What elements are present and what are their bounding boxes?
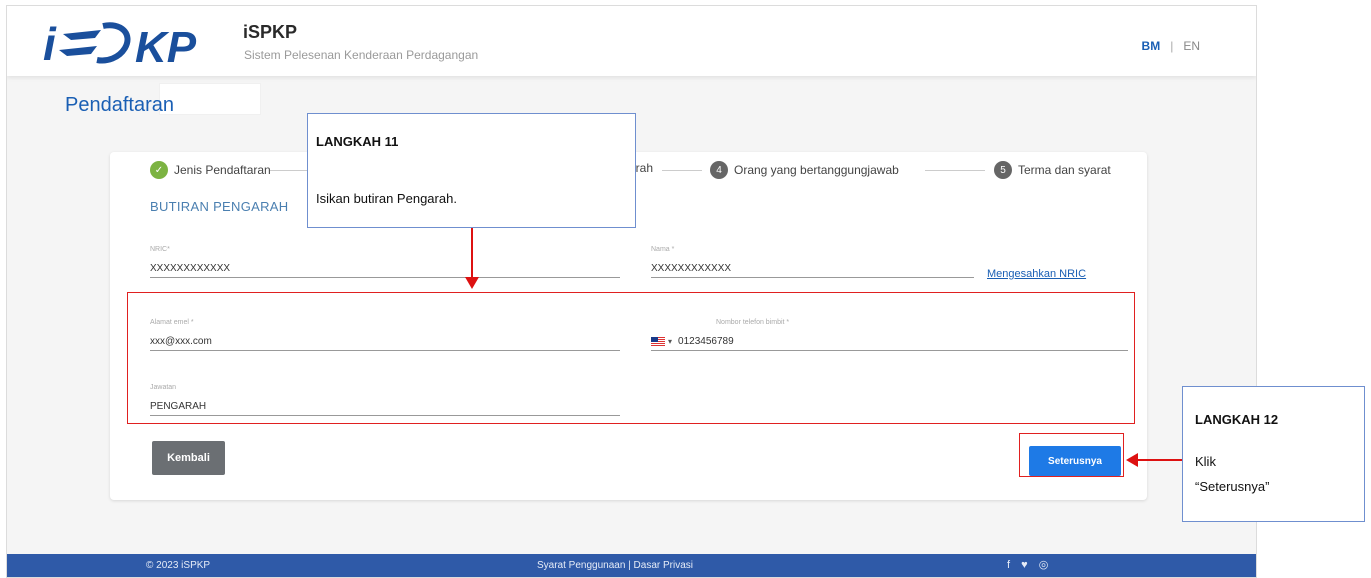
step-label: Terma dan syarat xyxy=(1018,163,1111,177)
step-orang-bertanggungjawab[interactable]: 4 Orang yang bertanggungjawab xyxy=(710,161,899,179)
annotation-next-highlight xyxy=(1019,433,1124,477)
nric-label: NRIC* xyxy=(150,246,170,253)
nric-input[interactable]: XXXXXXXXXXXX xyxy=(150,260,620,278)
step-label: Orang yang bertanggungjawab xyxy=(734,163,899,177)
annotation-text: Isikan butiran Pengarah. xyxy=(316,191,457,206)
brand-title: iSPKP xyxy=(243,22,298,42)
back-button[interactable]: Kembali xyxy=(152,441,225,475)
step-label: Jenis Pendaftaran xyxy=(174,163,271,177)
annotation-text: “Seterusnya” xyxy=(1195,479,1270,494)
section-title: BUTIRAN PENGARAH xyxy=(150,199,289,214)
step-connector xyxy=(925,170,985,171)
annotation-arrow-left xyxy=(1136,459,1182,461)
brand-subtitle: Sistem Pelesenan Kenderaan Perdagangan xyxy=(244,48,479,62)
language-switcher: BM | EN xyxy=(1142,39,1200,53)
footer-copyright: © 2023 iSPKP xyxy=(146,560,211,571)
title-blank-box xyxy=(159,83,261,115)
ispkp-logo: i KP xyxy=(43,18,197,70)
step-number-4: 4 xyxy=(710,161,728,179)
annotation-arrow-down xyxy=(471,226,473,280)
svg-text:KP: KP xyxy=(135,23,197,70)
top-bar: i KP iSPKP Sistem Pelesenan Kenderaan Pe… xyxy=(7,6,1256,76)
annotation-step-11: LANGKAH 11 Isikan butiran Pengarah. xyxy=(307,113,636,228)
annotation-heading: LANGKAH 11 xyxy=(316,134,399,149)
svg-text:i: i xyxy=(43,18,57,70)
step-connector xyxy=(270,170,310,171)
footer: © 2023 iSPKP Syarat Penggunaan | Dasar P… xyxy=(7,554,1256,577)
step-terma-syarat[interactable]: 5 Terma dan syarat xyxy=(994,161,1111,179)
lang-bm-link[interactable]: BM xyxy=(1142,39,1161,53)
annotation-heading: LANGKAH 12 xyxy=(1195,412,1279,427)
nama-field: Nama * XXXXXXXXXXXX xyxy=(651,246,974,278)
social-icons[interactable]: f ♥ ◎ xyxy=(1007,558,1052,571)
verify-nric-link[interactable]: Mengesahkan NRIC xyxy=(987,268,1086,280)
step-connector xyxy=(662,170,702,171)
nama-label: Nama * xyxy=(651,246,675,253)
check-icon: ✓ xyxy=(150,161,168,179)
nama-input[interactable]: XXXXXXXXXXXX xyxy=(651,260,974,278)
annotation-text: Klik xyxy=(1195,454,1216,469)
arrow-left-icon xyxy=(1126,453,1138,467)
step-number-5: 5 xyxy=(994,161,1012,179)
footer-links[interactable]: Syarat Penggunaan | Dasar Privasi xyxy=(537,560,693,571)
lang-separator: | xyxy=(1170,39,1174,53)
lang-en-link[interactable]: EN xyxy=(1183,39,1200,53)
page-title: Pendaftaran xyxy=(65,94,174,116)
annotation-step-12: LANGKAH 12 Klik “Seterusnya” xyxy=(1182,386,1365,522)
step-jenis-pendaftaran[interactable]: ✓ Jenis Pendaftaran xyxy=(150,161,271,179)
arrow-down-icon xyxy=(465,277,479,289)
annotation-form-highlight xyxy=(127,292,1135,424)
nric-field: NRIC* XXXXXXXXXXXX xyxy=(150,246,620,278)
